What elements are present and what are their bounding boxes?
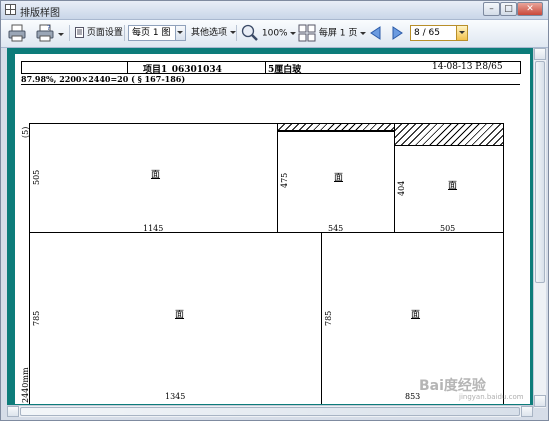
per-screen-menu[interactable]: 每屏 1 页 [298,24,367,42]
page-setup-button[interactable]: 页面设置 [75,24,123,42]
piece-3-label: 面 [448,181,458,191]
chevron-down-icon [290,31,297,35]
toolbar-separator [69,25,70,41]
piece-1-height: 505 [32,169,41,185]
scroll-left-button[interactable] [7,406,19,417]
watermark-logo: Bai度经验 [419,378,486,394]
horizontal-scroll-thumb[interactable] [20,407,520,416]
toolbar-separator [124,25,125,41]
page-grid-icon [298,24,316,42]
vertical-scrollbar[interactable] [533,48,546,408]
close-button[interactable]: ✕ [517,2,543,16]
header-divider [265,61,266,74]
piece-3-height: 404 [397,180,406,196]
other-options-label: 其他选项 [191,28,228,38]
scroll-right-button[interactable] [521,406,533,417]
header-right-edge [520,61,521,74]
toolbar: ? 页面设置 每页 1 图 其他选项 100% 每屏 1 页 8 / 65 [1,20,548,48]
page-indicator: 8 / 65 [414,28,440,38]
piece-4-height: 785 [32,310,41,326]
print-setup-dropdown-arrow[interactable] [58,26,64,44]
chevron-down-icon [229,31,236,34]
piece-5-label: 面 [411,310,421,320]
piece-4-width: 1345 [165,392,186,401]
waste-strip-2 [277,123,395,131]
page-setup-label: 页面设置 [86,28,123,38]
per-page-dropdown-button[interactable] [175,26,185,40]
vertical-scroll-thumb[interactable] [535,61,545,283]
waste-strip-3 [394,123,504,146]
scroll-up-button[interactable] [534,48,546,60]
zoom-magnifier-icon [241,24,258,41]
toolbar-separator [236,25,237,41]
preview-window: 排版样图 – □ ✕ ? 页面设置 每页 1 图 其他选项 100% 每屏 1 … [0,0,549,421]
print-setup-icon[interactable]: ? [35,23,55,43]
header-left-edge [21,61,22,74]
piece-4-label: 面 [175,310,185,320]
chevron-down-icon [360,31,367,35]
piece-2-height: 475 [280,172,289,188]
per-page-value: 每页 1 图 [132,28,171,38]
next-page-icon[interactable] [390,26,404,40]
other-options-menu[interactable]: 其他选项 [191,24,236,42]
material-name: 5厘白玻 [268,65,302,75]
header-divider [127,61,128,74]
maximize-button[interactable]: □ [500,2,517,16]
per-page-select[interactable]: 每页 1 图 [128,25,186,41]
app-grid-icon [5,4,16,15]
piece-5-height: 785 [324,310,333,326]
window-title: 排版样图 [20,8,60,19]
date-page-info: 14-08-13 P.8/65 [432,62,503,72]
svg-text:?: ? [47,24,51,32]
stats-rule [21,84,520,85]
page-setup-icon [75,27,84,38]
per-screen-label: 每屏 1 页 [318,28,358,39]
page-dropdown-button[interactable] [456,26,467,40]
print-icon[interactable] [7,23,27,43]
scroll-down-button[interactable] [534,395,546,407]
piece-2-label: 面 [334,173,344,183]
previous-page-icon[interactable] [369,26,383,40]
watermark-url: jingyan.baidu.com [459,393,524,401]
page-number-select[interactable]: 8 / 65 [410,25,468,41]
title-bar: 排版样图 – □ ✕ [1,1,548,20]
horizontal-scrollbar[interactable] [7,405,533,417]
zoom-value: 100% [261,28,288,39]
piece-5-width: 853 [405,392,421,401]
piece-1-label: 面 [151,170,161,180]
zoom-menu[interactable]: 100% [241,24,297,42]
minimize-button[interactable]: – [483,2,500,16]
layout-page: 项目1_06301034 5厘白玻 14-08-13 P.8/65 87.98%… [15,54,530,404]
stats-line: 87.98%, 2200×2440=20 ( § 167-186) [21,74,186,84]
